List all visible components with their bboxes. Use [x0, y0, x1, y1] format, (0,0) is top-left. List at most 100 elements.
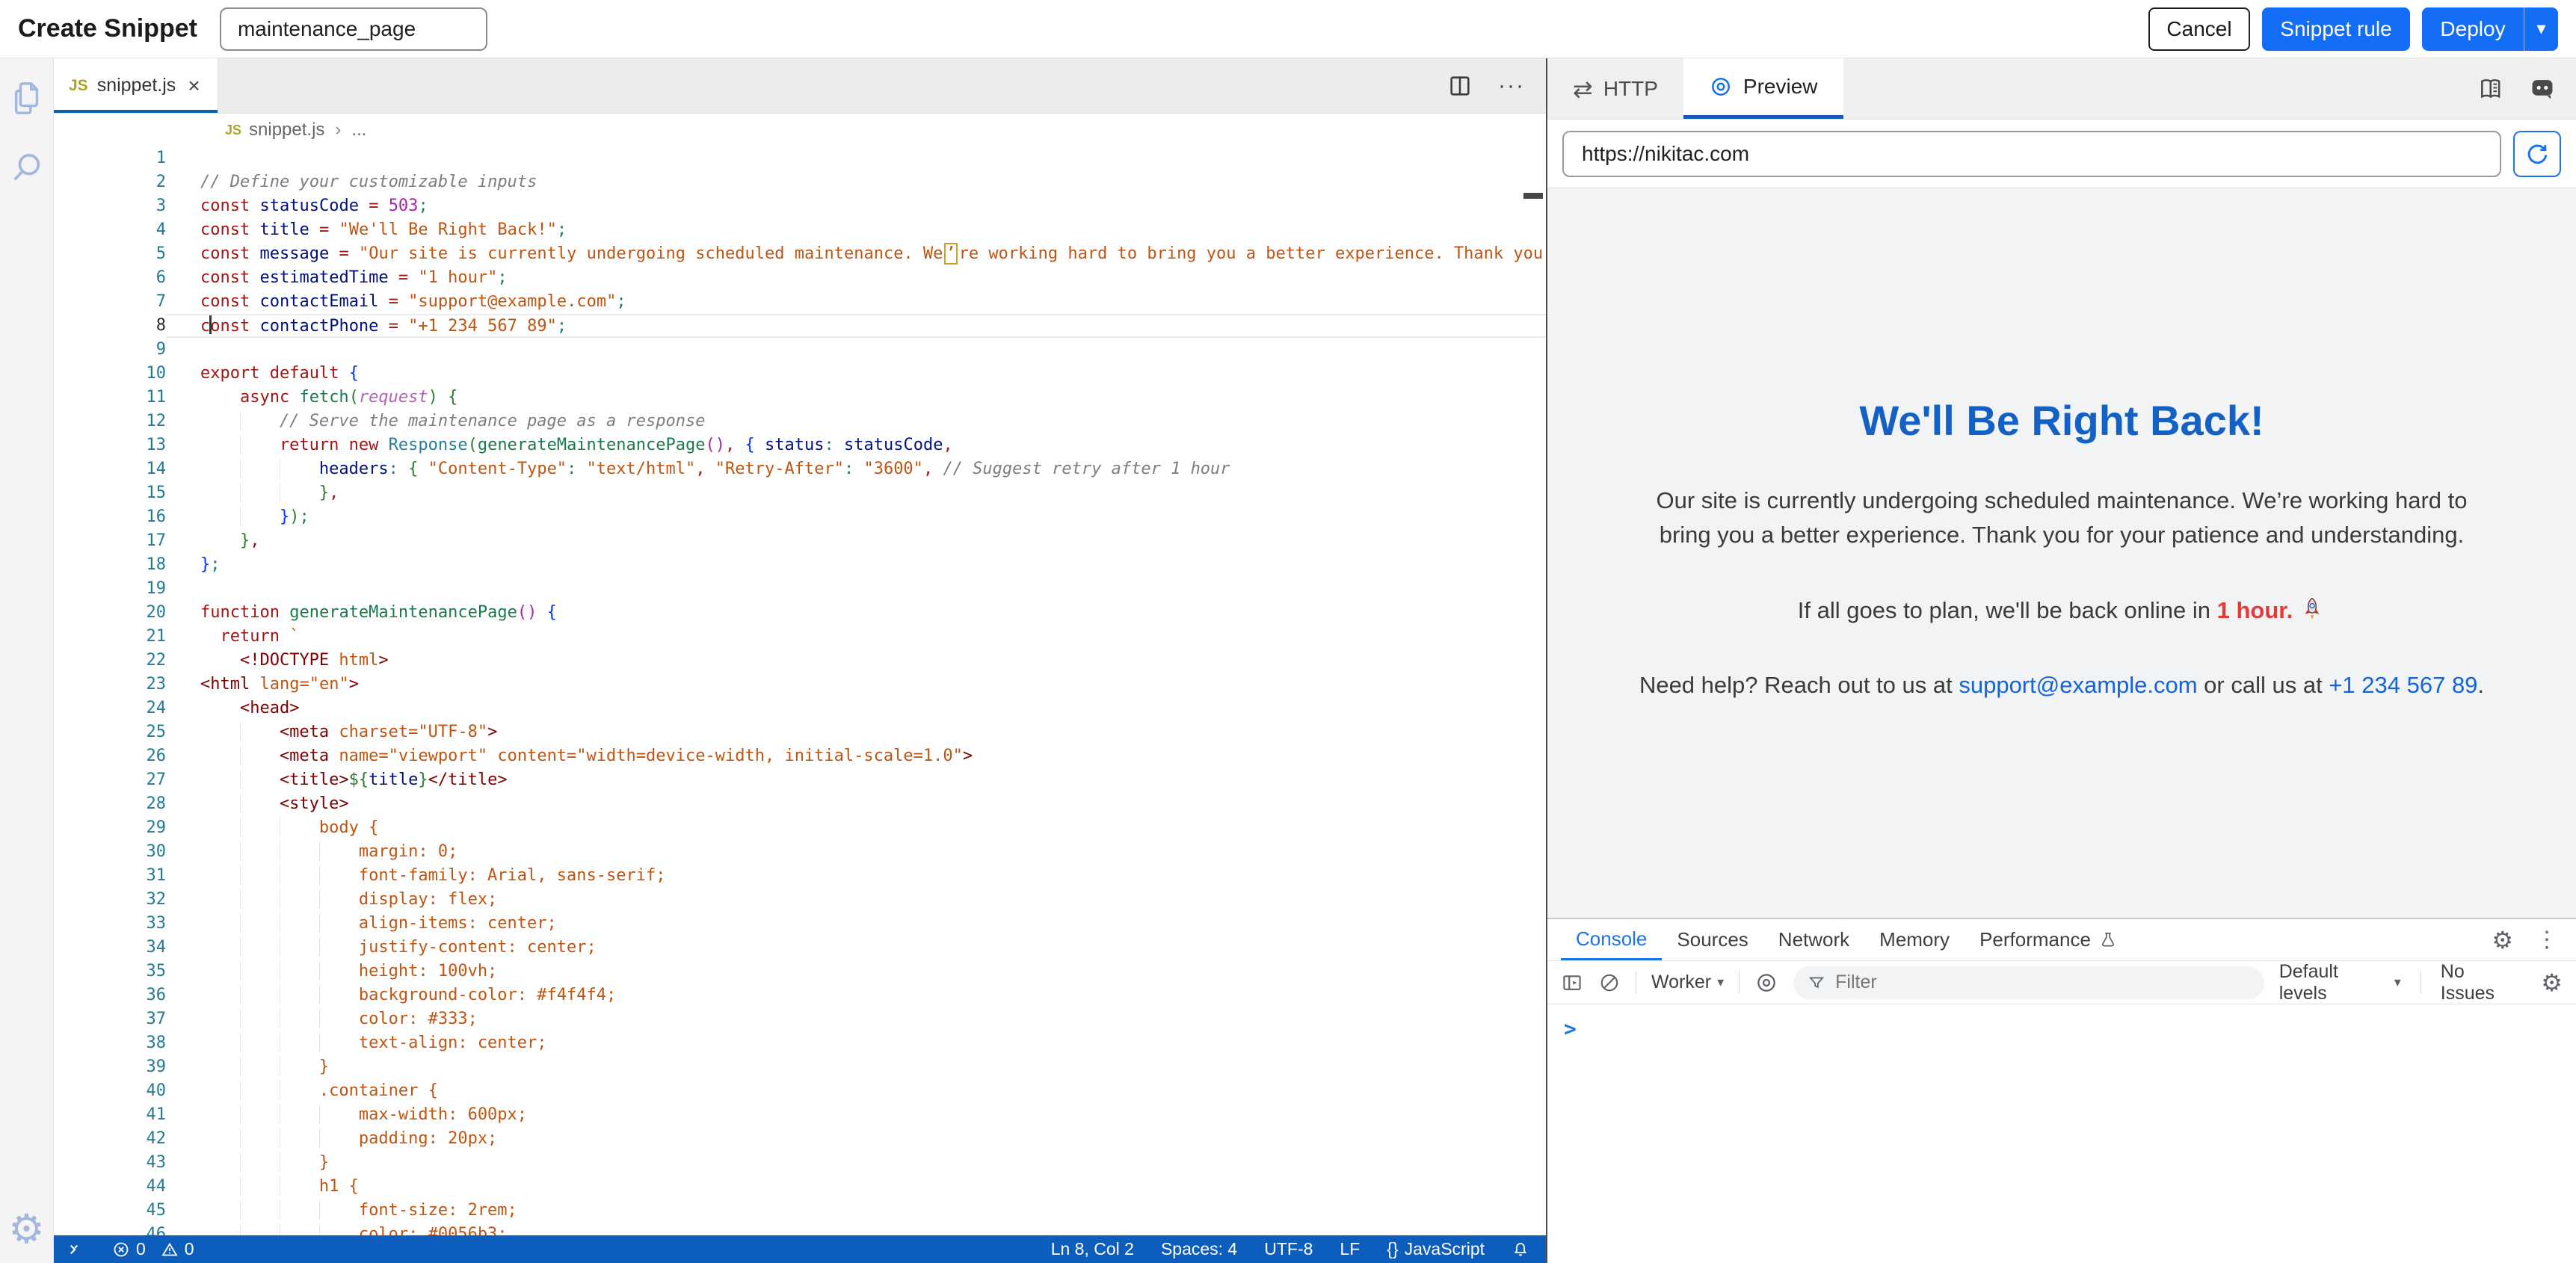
code-line[interactable]: 7const contactEmail = "support@example.c… [54, 290, 1546, 314]
preview-url-input[interactable] [1562, 131, 2501, 177]
support-phone-link[interactable]: +1 234 567 89 [2329, 672, 2477, 698]
code-line[interactable]: 13return new Response(generateMaintenanc… [54, 433, 1546, 457]
code-line[interactable]: 19 [54, 577, 1546, 601]
language-mode[interactable]: {} JavaScript [1387, 1239, 1485, 1259]
indentation-setting[interactable]: Spaces: 4 [1161, 1239, 1237, 1259]
cancel-button[interactable]: Cancel [2148, 7, 2250, 51]
kebab-menu-icon[interactable]: ⋮ [2536, 927, 2558, 953]
code-line[interactable]: 5const message = "Our site is currently … [54, 242, 1546, 266]
context-selector[interactable]: Worker ▾ [1651, 972, 1724, 993]
remote-indicator-icon[interactable] [64, 1240, 84, 1259]
code-line[interactable]: 22<!DOCTYPE html> [54, 649, 1546, 673]
code-line[interactable]: 20function generateMaintenancePage() { [54, 601, 1546, 625]
deploy-dropdown-button[interactable]: ▾ [2524, 7, 2558, 51]
code-line[interactable]: 23<html lang="en"> [54, 673, 1546, 697]
code-line[interactable]: 44h1 { [54, 1175, 1546, 1199]
refresh-button[interactable] [2513, 131, 2561, 177]
devtools-settings-icon[interactable]: ⚙ [2492, 928, 2513, 952]
code-line[interactable]: 45font-size: 2rem; [54, 1199, 1546, 1223]
cursor-position[interactable]: Ln 8, Col 2 [1051, 1239, 1134, 1259]
console-sidebar-toggle-icon[interactable] [1561, 972, 1583, 994]
code-line[interactable]: 1 [54, 146, 1546, 170]
breadcrumb[interactable]: JS snippet.js › ... [54, 114, 1546, 146]
tab-http[interactable]: ⇄ HTTP [1547, 58, 1683, 119]
encoding-setting[interactable]: UTF-8 [1264, 1239, 1313, 1259]
code-line[interactable]: 27<title>${title}</title> [54, 768, 1546, 792]
log-levels-selector[interactable]: Default levels ▾ [2279, 961, 2401, 1004]
code-line[interactable]: 29body { [54, 816, 1546, 840]
code-line[interactable]: 8const contactPhone = "+1 234 567 89"; [54, 314, 1546, 338]
close-icon[interactable]: × [188, 74, 200, 98]
filter-input[interactable] [1835, 972, 2251, 993]
code-line[interactable]: 30margin: 0; [54, 840, 1546, 864]
tab-sources[interactable]: Sources [1662, 919, 1763, 960]
issues-counter[interactable]: No Issues [2441, 961, 2522, 1004]
code-line[interactable]: 35height: 100vh; [54, 960, 1546, 983]
code-line[interactable]: 37color: #333; [54, 1007, 1546, 1031]
support-email-link[interactable]: support@example.com [1959, 672, 2197, 698]
eol-setting[interactable]: LF [1340, 1239, 1360, 1259]
breadcrumb-more[interactable]: ... [351, 120, 366, 140]
code-line[interactable]: 43} [54, 1151, 1546, 1175]
errors-indicator[interactable]: 0 [112, 1239, 146, 1259]
search-icon[interactable] [10, 149, 44, 184]
code-line[interactable]: 6const estimatedTime = "1 hour"; [54, 266, 1546, 290]
settings-gear-icon[interactable]: ⚙ [8, 1209, 44, 1250]
docs-book-icon[interactable] [2477, 75, 2506, 103]
tab-console[interactable]: Console [1561, 919, 1662, 960]
console-output[interactable]: > [1547, 1004, 2576, 1263]
code-line[interactable]: 38text-align: center; [54, 1031, 1546, 1055]
code-line[interactable]: 40.container { [54, 1079, 1546, 1103]
split-editor-icon[interactable] [1447, 73, 1473, 99]
code-line[interactable]: 14headers: { "Content-Type": "text/html"… [54, 457, 1546, 481]
code-line[interactable]: 36background-color: #f4f4f4; [54, 983, 1546, 1007]
code-line[interactable]: 42padding: 20px; [54, 1127, 1546, 1151]
code-line[interactable]: 2// Define your customizable inputs [54, 170, 1546, 194]
code-line[interactable]: 46color: #0056b3; [54, 1223, 1546, 1235]
live-expression-eye-icon[interactable] [1754, 971, 1778, 995]
code-line[interactable]: 17}, [54, 529, 1546, 553]
code-line[interactable]: 3const statusCode = 503; [54, 194, 1546, 218]
code-lines[interactable]: 12// Define your customizable inputs3con… [54, 146, 1546, 1235]
deploy-button[interactable]: Deploy [2422, 7, 2524, 51]
console-settings-icon[interactable]: ⚙ [2541, 971, 2563, 995]
tab-performance[interactable]: Performance [1965, 919, 2133, 960]
code-line[interactable]: 24<head> [54, 697, 1546, 720]
code-line[interactable]: 28<style> [54, 792, 1546, 816]
code-line[interactable]: 4const title = "We'll Be Right Back!"; [54, 218, 1546, 242]
code-line[interactable]: 34justify-content: center; [54, 936, 1546, 960]
code-line[interactable]: 41max-width: 600px; [54, 1103, 1546, 1127]
code-line[interactable]: 25<meta charset="UTF-8"> [54, 720, 1546, 744]
tab-memory[interactable]: Memory [1864, 919, 1965, 960]
code-line[interactable]: 21 return ` [54, 625, 1546, 649]
snippet-name-input[interactable] [220, 7, 487, 51]
tab-network[interactable]: Network [1763, 919, 1864, 960]
code-line[interactable]: 32display: flex; [54, 888, 1546, 912]
console-prompt[interactable]: > [1564, 1016, 1577, 1041]
code-line[interactable]: 16}); [54, 505, 1546, 529]
clear-console-icon[interactable] [1598, 972, 1621, 994]
snippet-rule-button[interactable]: Snippet rule [2262, 7, 2410, 51]
code-line[interactable]: 33align-items: center; [54, 912, 1546, 936]
chevron-down-icon: ▾ [2536, 18, 2545, 40]
code-line[interactable]: 31font-family: Arial, sans-serif; [54, 864, 1546, 888]
code-line[interactable]: 9 [54, 338, 1546, 362]
code-line[interactable]: 15}, [54, 481, 1546, 505]
discord-chat-icon[interactable] [2528, 75, 2557, 103]
code-line[interactable]: 39} [54, 1055, 1546, 1079]
code-line[interactable]: 12// Serve the maintenance page as a res… [54, 410, 1546, 433]
main: ⚙ JS snippet.js × ··· [0, 58, 2576, 1263]
code-line[interactable]: 10export default { [54, 362, 1546, 386]
files-icon[interactable] [10, 79, 44, 118]
console-filter[interactable] [1793, 966, 2264, 999]
tab-preview[interactable]: Preview [1683, 58, 1843, 119]
more-actions-icon[interactable]: ··· [1498, 73, 1525, 99]
bell-icon[interactable] [1512, 1241, 1529, 1259]
breadcrumb-file[interactable]: snippet.js [249, 120, 324, 140]
code-editor[interactable]: 12// Define your customizable inputs3con… [54, 146, 1546, 1235]
code-line[interactable]: 26<meta name="viewport" content="width=d… [54, 744, 1546, 768]
tab-snippet-js[interactable]: JS snippet.js × [54, 58, 218, 113]
code-line[interactable]: 11async fetch(request) { [54, 386, 1546, 410]
warnings-indicator[interactable]: 0 [161, 1239, 194, 1259]
code-line[interactable]: 18}; [54, 553, 1546, 577]
